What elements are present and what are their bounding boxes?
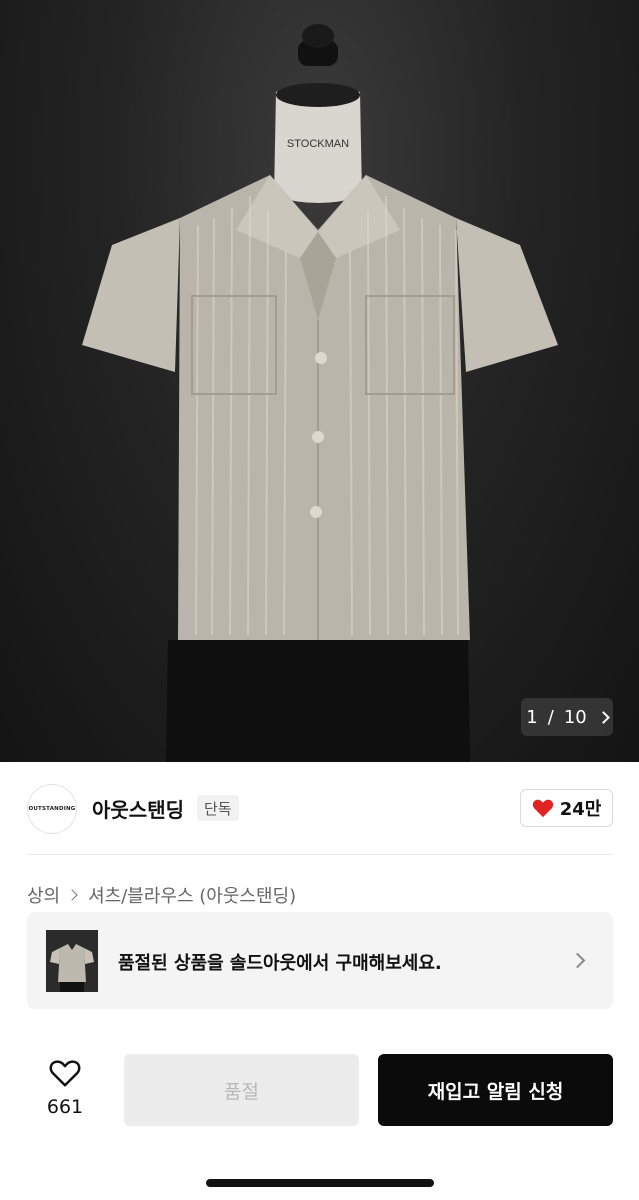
- home-indicator: [206, 1179, 434, 1187]
- image-pager[interactable]: 1 / 10: [521, 698, 613, 736]
- wishlist-count: 661: [46, 1096, 84, 1118]
- brand-row: OUTSTANDING 아웃스탠딩 단독 24만: [0, 780, 639, 840]
- promo-thumbnail: [46, 930, 98, 992]
- soldout-promo-banner[interactable]: 품절된 상품을 솔드아웃에서 구매해보세요.: [27, 912, 613, 1009]
- heart-filled-icon: [532, 799, 553, 818]
- exclusive-badge: 단독: [197, 795, 239, 821]
- product-photo: STOCKMAN: [82, 24, 558, 762]
- brand-like-count: 24만: [559, 799, 602, 820]
- wishlist-button[interactable]: 661: [30, 1058, 100, 1128]
- chevron-right-icon: [569, 952, 586, 969]
- bottom-action-bar: 661 품절 재입고 알림 신청: [0, 1040, 639, 1200]
- brand-logo[interactable]: OUTSTANDING: [27, 784, 77, 834]
- brand-logo-text: OUTSTANDING: [28, 806, 76, 812]
- brand-name[interactable]: 아웃스탠딩: [92, 794, 184, 823]
- chevron-right-icon: [66, 889, 78, 901]
- mannequin-label: STOCKMAN: [287, 138, 349, 150]
- breadcrumb: 상의 셔츠/블라우스 (아웃스탠딩): [27, 882, 296, 908]
- promo-text: 품절된 상품을 솔드아웃에서 구매해보세요.: [118, 953, 442, 974]
- pager-current: 1: [526, 706, 538, 728]
- product-image[interactable]: STOCKMAN 1 / 10: [0, 0, 639, 762]
- breadcrumb-item-shirts[interactable]: 셔츠/블라우스 (아웃스탠딩): [88, 882, 296, 908]
- brand-like-button[interactable]: 24만: [520, 789, 613, 827]
- divider: [27, 854, 613, 855]
- soldout-button: 품절: [124, 1054, 359, 1126]
- restock-alert-button[interactable]: 재입고 알림 신청: [378, 1054, 613, 1126]
- pager-separator: /: [547, 706, 554, 728]
- breadcrumb-item-top[interactable]: 상의: [27, 882, 60, 908]
- heart-outline-icon: [49, 1060, 81, 1087]
- chevron-right-icon: [596, 710, 610, 724]
- pager-total: 10: [563, 706, 587, 728]
